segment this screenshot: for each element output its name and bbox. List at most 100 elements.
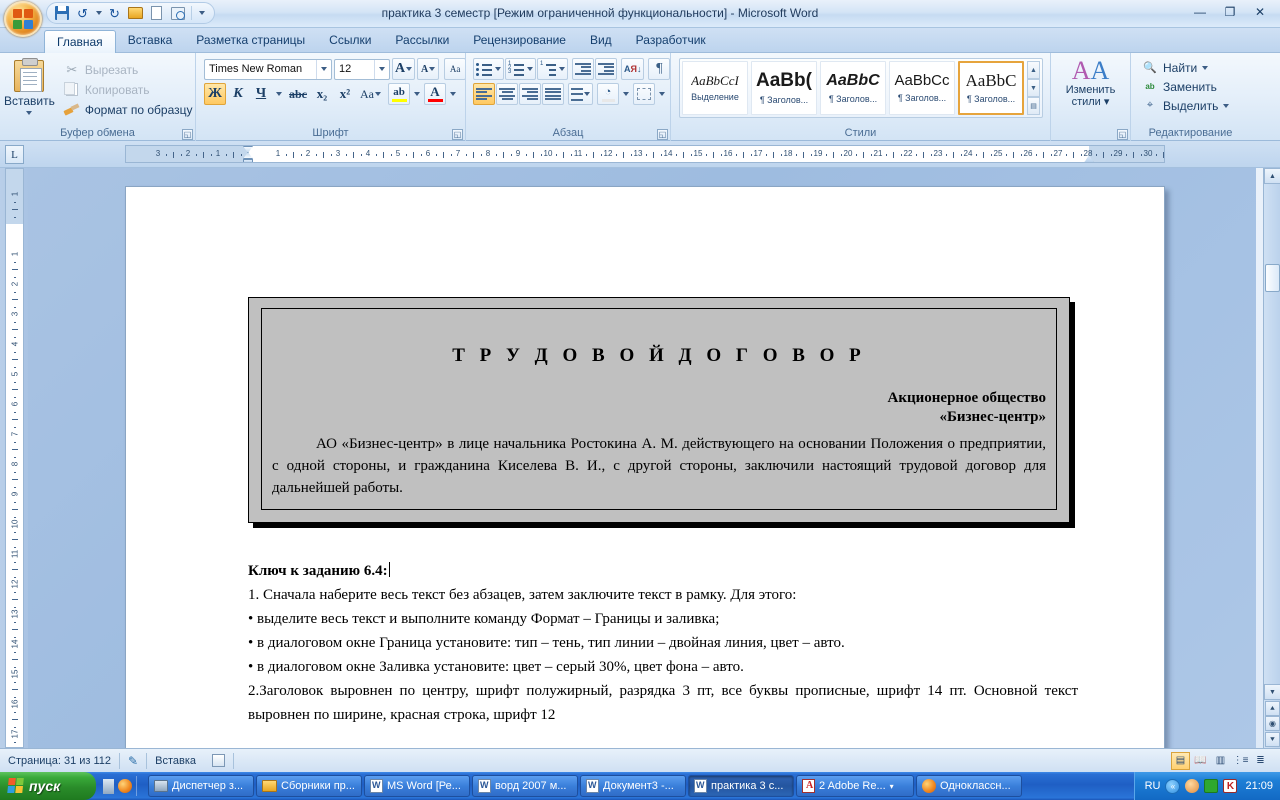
align-left-button[interactable] [473, 83, 495, 105]
scroll-down-button[interactable]: ▼ [1264, 684, 1280, 700]
task-button[interactable]: Сборники пр... [256, 775, 362, 797]
highlight-dropdown-icon[interactable] [411, 83, 423, 105]
clipboard-dialog-launcher-icon[interactable]: ◱ [182, 129, 193, 140]
shrink-font-button[interactable]: A [417, 58, 440, 80]
minimize-button[interactable]: — [1186, 3, 1214, 21]
change-case-button[interactable]: Aa [357, 83, 384, 105]
increase-indent-button[interactable] [595, 58, 617, 80]
kaspersky-icon[interactable]: K [1223, 779, 1238, 793]
draft-view-button[interactable]: ≣ [1251, 752, 1270, 770]
decrease-indent-button[interactable] [572, 58, 594, 80]
borders-button[interactable] [633, 83, 655, 105]
tab-stop-selector[interactable]: L [5, 145, 24, 164]
font-size-dropdown-icon[interactable] [374, 59, 389, 79]
align-right-button[interactable] [519, 83, 541, 105]
task-group-arrow-icon[interactable]: ▾ [890, 782, 894, 791]
style-item[interactable]: AaBbC ¶ Заголов... [820, 61, 886, 115]
close-button[interactable]: ✕ [1246, 3, 1274, 21]
numbering-button[interactable]: 123 [505, 58, 536, 80]
superscript-button[interactable]: x² [334, 83, 356, 105]
bullets-button[interactable] [473, 58, 504, 80]
scrollbar-thumb[interactable] [1265, 264, 1280, 292]
font-color-button[interactable]: A [424, 83, 446, 105]
document-canvas[interactable]: Т Р У Д О В О Й Д О Г О В О Р Акционерно… [28, 168, 1256, 748]
task-button[interactable]: MS Word [Ре... [364, 775, 470, 797]
style-item[interactable]: AaBbCc ¶ Заголов... [889, 61, 955, 115]
horizontal-ruler[interactable]: 3 2 1 1 2 3 4 5 6 7 8 9 10 11 12 13 14 15 16 17 18 19 20 21 22 23… [125, 145, 1165, 163]
format-painter-button[interactable]: Формат по образцу [59, 100, 198, 119]
taskbar-clock[interactable]: 21:09 [1242, 780, 1273, 792]
font-color-dropdown-icon[interactable] [447, 83, 459, 105]
avatar-icon[interactable] [1185, 779, 1200, 793]
left-indent-marker[interactable] [243, 159, 253, 162]
style-item[interactable]: AaBb( ¶ Заголов... [751, 61, 817, 115]
task-button[interactable]: Диспетчер з... [148, 775, 254, 797]
next-page-icon[interactable]: ⯆ [1265, 732, 1280, 747]
key-section[interactable]: Ключ к заданию 6.4: 1. Сначала наберите … [248, 559, 1078, 727]
style-item-selected[interactable]: AaBbC ¶ Заголов... [958, 61, 1024, 115]
paste-button[interactable]: Вставить [4, 58, 55, 115]
replace-button[interactable]: ab Заменить [1137, 77, 1222, 96]
underline-dropdown-icon[interactable] [273, 83, 285, 105]
task-button[interactable]: Однокласcн... [916, 775, 1022, 797]
cut-button[interactable]: ✂ Вырезать [59, 60, 198, 79]
line-spacing-button[interactable] [568, 83, 593, 105]
macro-record-button[interactable] [204, 750, 233, 772]
show-formatting-marks-button[interactable]: ¶ [648, 58, 671, 80]
green-grid-icon[interactable] [1204, 779, 1219, 793]
subscript-button[interactable]: x₂ [311, 83, 333, 105]
tab-insert[interactable]: Вставка [116, 29, 185, 52]
bold-button[interactable]: Ж [204, 83, 226, 105]
tab-review[interactable]: Рецензирование [461, 29, 578, 52]
vertical-scrollbar[interactable]: ▲ ▼ ⯅ ◉ ⯆ [1263, 168, 1280, 748]
previous-page-icon[interactable]: ⯅ [1265, 701, 1280, 716]
styles-scroll-up-icon[interactable]: ▲ [1027, 61, 1040, 79]
web-layout-view-button[interactable]: ▥ [1211, 752, 1230, 770]
tab-references[interactable]: Ссылки [317, 29, 383, 52]
select-browse-object-icon[interactable]: ◉ [1265, 716, 1280, 731]
paragraph-dialog-launcher-icon[interactable]: ◱ [657, 129, 668, 140]
vertical-ruler[interactable]: 1 1 2 3 4 5 6 7 8 9 10 11 12 13 14 15 16 17 [5, 168, 24, 748]
copy-button[interactable]: Копировать [59, 80, 198, 99]
print-layout-view-button[interactable]: ▤ [1171, 751, 1190, 770]
paste-dropdown-icon[interactable] [26, 111, 33, 115]
borders-dropdown-icon[interactable] [656, 83, 668, 105]
full-screen-reading-view-button[interactable]: 📖 [1191, 752, 1210, 770]
styles-dialog-launcher-icon[interactable]: ◱ [1117, 129, 1128, 140]
justify-button[interactable] [542, 83, 564, 105]
strikethrough-button[interactable]: abc [286, 83, 310, 105]
document-page[interactable]: Т Р У Д О В О Й Д О Г О В О Р Акционерно… [125, 186, 1165, 748]
multilevel-list-button[interactable]: 1 [537, 58, 568, 80]
tab-page-layout[interactable]: Разметка страницы [184, 29, 317, 52]
style-item[interactable]: AaBbCcI Выделение [682, 61, 748, 115]
restore-button[interactable]: ❐ [1216, 3, 1244, 21]
styles-scroll-down-icon[interactable]: ▼ [1027, 79, 1040, 97]
underline-button[interactable]: Ч [250, 83, 272, 105]
change-styles-button[interactable]: AA Изменить стили ▾ [1056, 58, 1126, 109]
styles-more-icon[interactable]: ▤ [1027, 97, 1040, 115]
font-size-combo[interactable]: 12 [334, 58, 390, 80]
task-button-group[interactable]: 2 Adobe Re... ▾ [796, 775, 914, 797]
select-button[interactable]: ⌖ Выделить [1137, 96, 1234, 115]
show-hidden-icons-icon[interactable]: « [1165, 778, 1181, 794]
task-button[interactable]: Документ3 -... [580, 775, 686, 797]
scroll-up-button[interactable]: ▲ [1264, 168, 1280, 184]
outline-view-button[interactable]: ⋮≡ [1231, 752, 1250, 770]
font-name-dropdown-icon[interactable] [316, 59, 331, 79]
tab-view[interactable]: Вид [578, 29, 624, 52]
find-button[interactable]: 🔍 Найти [1137, 58, 1213, 77]
italic-button[interactable]: К [227, 83, 249, 105]
task-button-active[interactable]: практика 3 с... [688, 775, 794, 797]
align-center-button[interactable] [496, 83, 518, 105]
page-indicator[interactable]: Страница: 31 из 112 [0, 750, 119, 772]
tab-developer[interactable]: Разработчик [624, 29, 718, 52]
tab-mailings[interactable]: Рассылки [383, 29, 461, 52]
sort-button[interactable]: AЯ↓ [621, 58, 645, 80]
grow-font-button[interactable]: A [392, 58, 416, 80]
firefox-icon[interactable] [118, 779, 132, 793]
clear-formatting-button[interactable]: Aa [444, 58, 467, 80]
task-button[interactable]: ворд 2007 м... [472, 775, 578, 797]
shading-button[interactable]: ◔ [597, 83, 619, 105]
shading-dropdown-icon[interactable] [620, 83, 632, 105]
bordered-shaded-block[interactable]: Т Р У Д О В О Й Д О Г О В О Р Акционерно… [248, 297, 1070, 523]
